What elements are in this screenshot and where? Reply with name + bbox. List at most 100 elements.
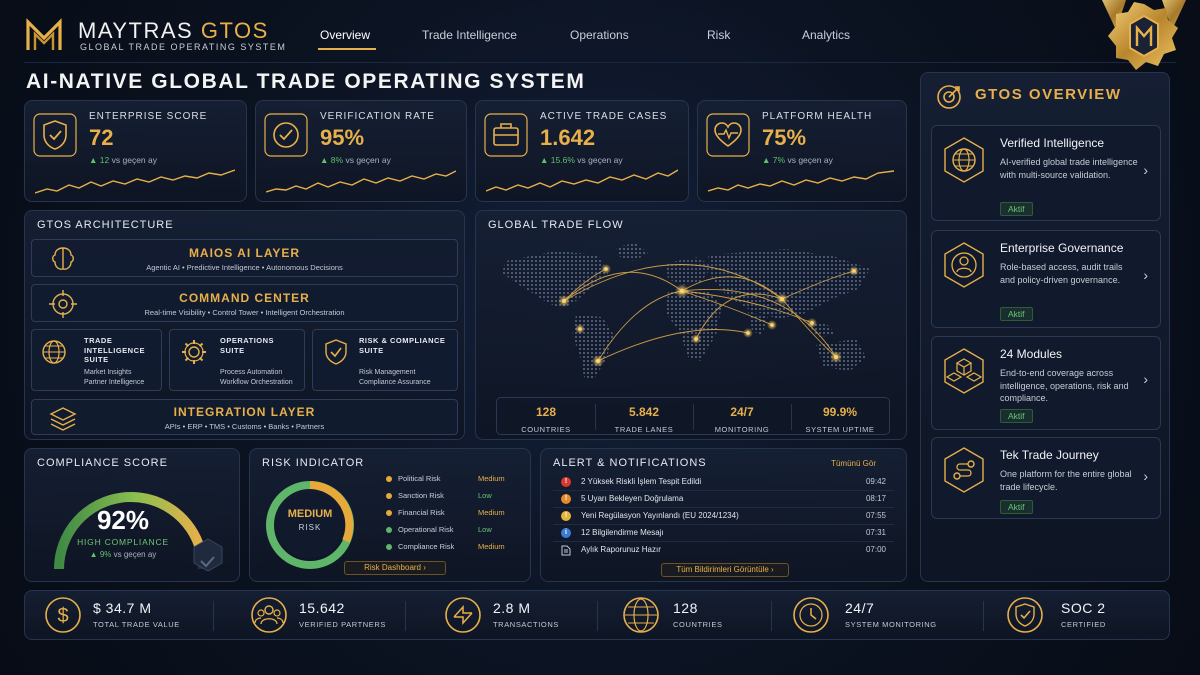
risk-item: Sanction Risk — [386, 491, 444, 500]
layer-name: COMMAND CENTER — [179, 291, 310, 305]
kpi-active-trade-cases[interactable]: ACTIVE TRADE CASES 1.642 ▲ 15.6% vs geçe… — [475, 100, 689, 202]
nav-trade-intelligence[interactable]: Trade Intelligence — [422, 28, 517, 42]
risk-item-level: Medium — [478, 542, 505, 551]
trade-flow-stats: 128 COUNTRIES 5.842 TRADE LANES 24/7 MONITO… — [496, 397, 890, 435]
sparkline — [35, 169, 235, 194]
alert-row[interactable]: ! 2 Yüksek Riskli İşlem Tespit Edildi 09… — [553, 474, 894, 491]
nav-operations[interactable]: Operations — [570, 28, 629, 42]
chevron-right-icon[interactable]: › — [1143, 468, 1148, 484]
globe-icon — [623, 597, 659, 633]
layer-subtitle: Real-time Visibility • Control Tower • I… — [144, 308, 345, 317]
section-title: GTOS ARCHITECTURE — [37, 219, 174, 231]
chevron-right-icon[interactable]: › — [1143, 267, 1148, 283]
brand-subtitle: GLOBAL TRADE OPERATING SYSTEM — [80, 42, 287, 52]
overview-card-enterprise-governance[interactable]: Enterprise Governance Role-based access,… — [931, 230, 1161, 328]
view-all-notifications-button[interactable]: Tüm Bildirimleri Görüntüle › — [661, 563, 789, 577]
maios-ai-layer[interactable]: MAIOS AI LAYER Agentic AI • Predictive I… — [31, 239, 458, 277]
kpi-enterprise-score[interactable]: ENTERPRISE SCORE 72 ▲ 12 vs geçen ay — [24, 100, 247, 202]
target-icon — [937, 85, 961, 109]
kpi-platform-health[interactable]: PLATFORM HEALTH 75% ▲ 7% vs geçen ay — [697, 100, 907, 202]
dollar-icon: $ — [45, 597, 81, 633]
nav-analytics[interactable]: Analytics — [802, 28, 850, 42]
status-dot — [386, 510, 392, 517]
alert-time: 09:42 — [865, 477, 886, 486]
status-badge: Aktif — [1000, 500, 1033, 514]
suite-risk-compliance[interactable]: RISK & COMPLIANCE SUITE Risk Management … — [312, 329, 458, 391]
see-all-link[interactable]: Tümünü Gör — [831, 459, 876, 468]
status-badge: Aktif — [1000, 409, 1033, 423]
stat-monitoring: 24/7 MONITORING — [714, 405, 770, 434]
status-dot — [386, 476, 392, 483]
alert-text: Yeni Regülasyon Yayınlandı (EU 2024/1234… — [581, 511, 739, 520]
alert-row[interactable]: ! Yeni Regülasyon Yayınlandı (EU 2024/12… — [553, 508, 894, 525]
card-title: Enterprise Governance — [1000, 241, 1124, 255]
alert-orange-icon: ! — [561, 494, 571, 504]
risk-dashboard-button[interactable]: Risk Dashboard › — [344, 561, 446, 575]
section-title: RISK INDICATOR — [262, 457, 365, 469]
page-title: AI-NATIVE GLOBAL TRADE OPERATING SYSTEM — [26, 70, 586, 93]
globe-icon — [42, 340, 66, 364]
kpi-value: 75% — [762, 125, 807, 150]
heart-pulse-icon — [706, 113, 750, 157]
shield-check-icon — [325, 339, 347, 365]
section-title: ALERT & NOTIFICATIONS — [553, 457, 707, 469]
footer-stats-bar: $ $ 34.7 M TOTAL TRADE VALUE 15.642 VERI… — [24, 590, 1170, 640]
risk-item: Financial Risk — [386, 508, 445, 517]
overview-card-verified-intelligence[interactable]: Verified Intelligence AI-verified global… — [931, 125, 1161, 221]
risk-item-level: Medium — [478, 508, 505, 517]
alert-row[interactable]: Aylık Raporunuz Hazır 07:00 — [553, 542, 894, 559]
layer-name: MAIOS AI LAYER — [188, 246, 301, 260]
nav-overview[interactable]: Overview — [320, 28, 370, 42]
kpi-value: 72 — [89, 125, 114, 150]
divider — [983, 601, 984, 631]
nav-active-indicator — [318, 48, 376, 50]
risk-item: Political Risk — [386, 474, 441, 483]
status-badge: Aktif — [1000, 307, 1033, 321]
card-description: One platform for the entire global trade… — [1000, 469, 1132, 492]
risk-item-level: Low — [478, 525, 492, 534]
nav-risk[interactable]: Risk — [707, 28, 730, 42]
alert-row[interactable]: i 12 Bilgilendirme Mesajı 07:31 — [553, 525, 894, 542]
risk-item-level: Medium — [478, 474, 505, 483]
globe-icon — [944, 137, 984, 183]
alerts-panel: ALERT & NOTIFICATIONS Tümünü Gör ! 2 Yük… — [540, 448, 907, 582]
card-title: Verified Intelligence — [1000, 136, 1105, 150]
stat-countries: 128 COUNTRIES — [521, 405, 571, 434]
integration-layer[interactable]: INTEGRATION LAYER APIs • ERP • TMS • Cus… — [31, 399, 458, 435]
kpi-label: PLATFORM HEALTH — [762, 111, 873, 122]
compliance-delta: ▲ 9% vs geçen ay — [89, 550, 157, 559]
suite-trade-intelligence[interactable]: TRADE INTELLIGENCE SUITE Market Insights… — [31, 329, 162, 391]
card-title: Tek Trade Journey — [1000, 448, 1099, 462]
modules-icon — [944, 348, 984, 394]
overview-title: GTOS OVERVIEW — [975, 86, 1122, 103]
card-title: 24 Modules — [1000, 347, 1063, 361]
kpi-delta: ▲ 15.6% vs geçen ay — [540, 155, 623, 165]
alert-text: 5 Uyarı Bekleyen Doğrulama — [581, 494, 684, 503]
suite-subtitle: Process Automation Workflow Orchestratio… — [220, 369, 293, 386]
command-center-layer[interactable]: COMMAND CENTER Real-time Visibility • Co… — [31, 284, 458, 322]
gear-icon — [182, 340, 206, 364]
suite-name: TRADE INTELLIGENCE SUITE — [84, 336, 146, 364]
kpi-label: ACTIVE TRADE CASES — [540, 111, 668, 122]
kpi-verification-rate[interactable]: VERIFICATION RATE 95% ▲ 8% vs geçen ay — [255, 100, 467, 202]
divider — [213, 601, 214, 631]
risk-level-sub: RISK — [298, 523, 322, 532]
suite-subtitle: Market Insights Partner Intelligence — [84, 369, 145, 386]
alert-text: 2 Yüksek Riskli İşlem Tespit Edildi — [581, 477, 702, 486]
alert-red-icon: ! — [561, 477, 571, 487]
kpi-delta: ▲ 12 vs geçen ay — [89, 155, 157, 165]
badge-check-icon — [264, 113, 308, 157]
suite-operations[interactable]: OPERATIONS SUITE Process Automation Work… — [169, 329, 305, 391]
alert-row[interactable]: ! 5 Uyarı Bekleyen Doğrulama 08:17 — [553, 491, 894, 508]
compliance-value: 92% — [96, 505, 150, 535]
kpi-value: 95% — [320, 125, 365, 150]
suite-subtitle: Risk Management Compliance Assurance — [359, 369, 431, 386]
brand-name: MAYTRAS GTOS — [78, 18, 269, 43]
overview-card-24-modules[interactable]: 24 Modules End-to-end coverage across in… — [931, 336, 1161, 430]
chevron-right-icon[interactable]: › — [1143, 371, 1148, 387]
overview-card-tek-trade-journey[interactable]: Tek Trade Journey One platform for the e… — [931, 437, 1161, 519]
world-map[interactable] — [486, 239, 898, 389]
stat-system-uptime: 99.9% SYSTEM UPTIME — [805, 405, 875, 434]
chevron-right-icon[interactable]: › — [1143, 162, 1148, 178]
shield-check-icon — [1007, 597, 1043, 633]
